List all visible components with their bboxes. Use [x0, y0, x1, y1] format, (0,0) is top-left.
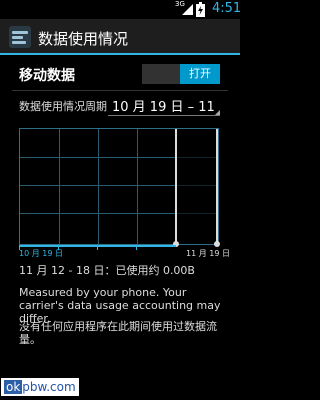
mobile-data-label: 移动数据	[19, 68, 75, 84]
chart-start-label: 10 月 19 日	[19, 249, 63, 258]
usage-summary: 11 月 12 - 18 日：已使用约 0.00B	[19, 264, 195, 277]
grid-line	[59, 129, 60, 244]
spinner-arrow-icon	[215, 110, 220, 115]
data-usage-icon[interactable]	[9, 26, 31, 48]
toggle-on-label: 打开	[180, 64, 220, 84]
mobile-data-toggle[interactable]: 打开	[142, 64, 220, 84]
signal-icon	[182, 4, 193, 15]
axis-tick	[136, 247, 137, 250]
cycle-value: 10 月 19 日 – 11	[112, 100, 215, 115]
range-start-sweep[interactable]	[175, 129, 177, 244]
grid-line	[98, 129, 99, 244]
no-apps-message: 没有任何应用程序在此期间使用过数据流量。	[19, 320, 217, 346]
watermark-prefix: ok	[4, 380, 23, 394]
range-end-sweep[interactable]	[216, 129, 218, 244]
chart-inactive-region	[176, 129, 218, 244]
watermark-suffix: pbw.com	[22, 380, 76, 394]
watermark: ok pbw.com	[1, 378, 79, 396]
cycle-label: 数据使用情况周期	[19, 100, 107, 113]
usage-chart	[19, 128, 220, 247]
status-bar: 3G 4:51	[0, 0, 242, 19]
action-bar: 数据使用情况	[0, 19, 240, 55]
range-end-handle[interactable]	[214, 241, 220, 247]
chart-end-label: 11 月 19 日	[186, 249, 230, 258]
grid-line	[137, 129, 138, 244]
divider	[12, 90, 228, 91]
clock: 4:51	[212, 1, 242, 16]
page-title: 数据使用情况	[38, 30, 129, 48]
axis-tick	[97, 247, 98, 250]
battery-icon	[196, 2, 205, 17]
cycle-spinner[interactable]: 10 月 19 日 – 11	[108, 94, 220, 116]
mobile-data-row: 移动数据 打开	[0, 57, 240, 90]
